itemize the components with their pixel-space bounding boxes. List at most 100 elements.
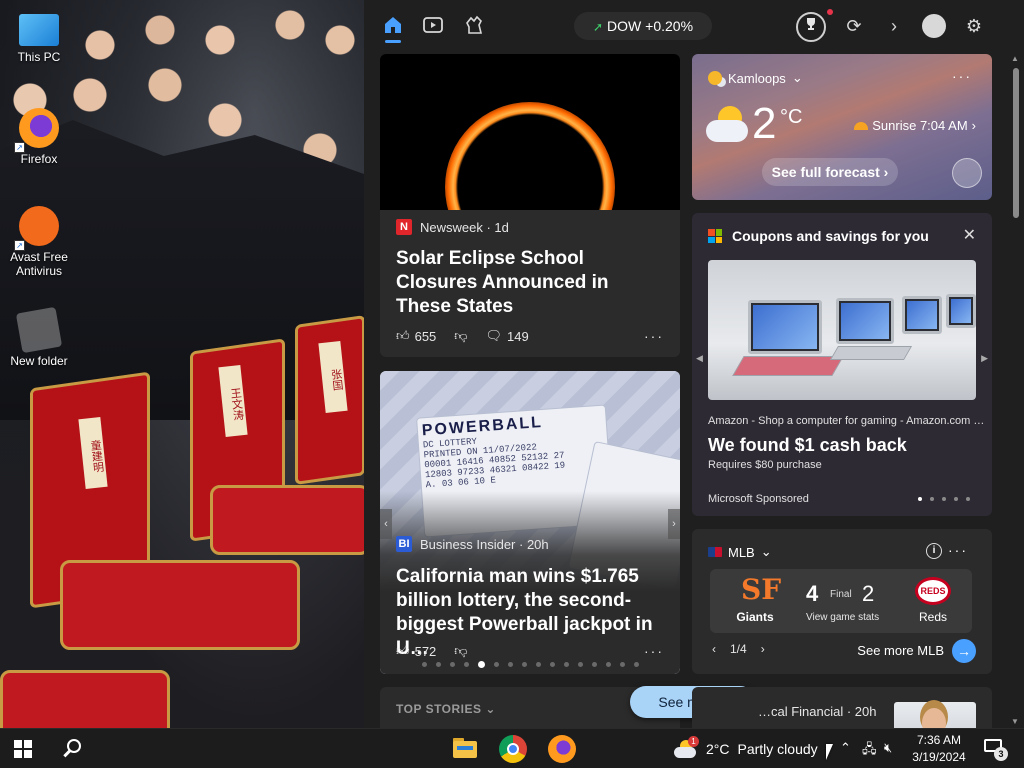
- profile-avatar[interactable]: [922, 14, 946, 38]
- start-button[interactable]: [14, 740, 32, 758]
- gear-icon[interactable]: ⚙: [962, 14, 986, 38]
- video-icon[interactable]: [421, 14, 445, 38]
- sunrise-info[interactable]: Sunrise 7:04 AM ›: [854, 118, 976, 133]
- carousel-dot[interactable]: [521, 662, 527, 667]
- chevron-up-icon[interactable]: ⌃: [840, 740, 851, 756]
- carousel-next-icon[interactable]: ▶: [981, 353, 988, 364]
- scroll-up-icon[interactable]: ▲: [1011, 54, 1019, 63]
- carousel-dot[interactable]: [421, 662, 427, 667]
- trophy-icon[interactable]: [796, 12, 826, 42]
- carousel-dot[interactable]: [507, 662, 513, 667]
- carousel-dot[interactable]: [633, 662, 639, 667]
- top-stories-label[interactable]: TOP STORIES ⌄: [396, 702, 496, 716]
- info-icon[interactable]: i: [926, 543, 942, 559]
- close-icon[interactable]: ✕: [963, 225, 976, 245]
- carousel-dots[interactable]: [910, 497, 970, 501]
- chevron-right-icon[interactable]: ›: [761, 642, 765, 656]
- carousel-dot[interactable]: [619, 662, 625, 667]
- carousel-dot[interactable]: [493, 662, 499, 667]
- chrome-icon[interactable]: [499, 735, 527, 763]
- carousel-dot[interactable]: [435, 662, 441, 667]
- news-source: BI Business Insider · 20h: [396, 536, 549, 552]
- carousel-dot[interactable]: [463, 662, 469, 667]
- market-symbol: DOW: [607, 18, 642, 34]
- taskbar-condition: Partly cloudy: [737, 741, 818, 757]
- giants-logo-icon: SF: [741, 573, 782, 606]
- dislike-button[interactable]: 👎︎: [454, 643, 467, 659]
- mlb-logo-icon: [708, 547, 722, 557]
- carousel-dot[interactable]: [918, 497, 922, 501]
- notification-center-icon[interactable]: 3: [984, 739, 1008, 761]
- thumbs-up-icon: 👍︎: [396, 328, 410, 343]
- carousel-dot[interactable]: [449, 662, 455, 667]
- carousel-prev-icon[interactable]: ‹: [380, 509, 392, 539]
- see-full-forecast-button[interactable]: See full forecast ›: [762, 158, 898, 186]
- weather-card[interactable]: Kamloops ⌄ ··· 2 °C Sunrise 7:04 AM › Se…: [692, 54, 992, 200]
- more-options-button[interactable]: ···: [644, 643, 664, 659]
- market-ticker[interactable]: ➚ DOW +0.20%: [574, 12, 712, 40]
- taskbar-clock[interactable]: 7:36 AM 3/19/2024: [908, 732, 970, 766]
- mlb-card[interactable]: MLB ⌄ i ··· SF Giants 4 Final 2 View gam…: [692, 529, 992, 674]
- search-icon[interactable]: [60, 737, 84, 761]
- coupon-image-laptops[interactable]: [708, 260, 976, 400]
- game-score-card[interactable]: SF Giants 4 Final 2 View game stats REDS…: [710, 569, 972, 633]
- carousel-dot[interactable]: [930, 497, 934, 501]
- more-options-button[interactable]: ···: [948, 542, 968, 558]
- laptop-image: [748, 300, 822, 354]
- chevron-down-icon: ⌄: [760, 544, 772, 559]
- carousel-next-icon[interactable]: ›: [668, 509, 680, 539]
- more-options-button[interactable]: ···: [952, 68, 972, 84]
- chevron-left-icon[interactable]: ‹: [712, 642, 716, 656]
- taskbar-weather-widget[interactable]: 1 2°C Partly cloudy: [674, 736, 818, 758]
- like-button[interactable]: 👍︎ 572: [396, 643, 436, 659]
- carousel-dot[interactable]: [477, 661, 485, 668]
- coupon-headline[interactable]: We found $1 cash back: [708, 435, 907, 456]
- scroll-down-icon[interactable]: ▼: [1011, 717, 1019, 726]
- panel-scrollbar[interactable]: ▲ ▼: [1008, 52, 1024, 728]
- volume-muted-icon[interactable]: 🔇︎: [884, 740, 892, 756]
- news-card[interactable]: N Newsweek · 1d Solar Eclipse School Clo…: [380, 54, 680, 357]
- desktop-icon-this-pc[interactable]: This PC: [1, 10, 77, 64]
- carousel-dot[interactable]: [966, 497, 970, 501]
- file-explorer-icon[interactable]: [451, 735, 479, 763]
- chevron-right-icon[interactable]: ›: [882, 14, 906, 38]
- carousel-dot[interactable]: [535, 662, 541, 667]
- arrow-right-icon[interactable]: →: [952, 639, 976, 663]
- carousel-dot[interactable]: [577, 662, 583, 667]
- partly-cloudy-icon: [706, 106, 750, 146]
- firefox-icon[interactable]: [548, 735, 576, 763]
- carousel-dot[interactable]: [563, 662, 569, 667]
- scrollbar-thumb[interactable]: [1013, 68, 1019, 218]
- news-headline[interactable]: Solar Eclipse School Closures Announced …: [396, 247, 664, 319]
- desktop-icon-avast[interactable]: Avast Free Antivirus: [1, 206, 77, 278]
- home-icon[interactable]: [381, 14, 405, 38]
- dislike-button[interactable]: 👎︎: [454, 328, 467, 344]
- carousel-dot[interactable]: [942, 497, 946, 501]
- carousel-prev-icon[interactable]: ◀: [696, 353, 703, 364]
- desktop-icon-firefox[interactable]: Firefox: [1, 108, 77, 166]
- weather-location[interactable]: Kamloops ⌄: [708, 70, 803, 86]
- see-more-mlb-link[interactable]: See more MLB: [857, 643, 944, 658]
- view-game-stats-link[interactable]: View game stats: [806, 612, 879, 623]
- mlb-header[interactable]: MLB ⌄: [708, 544, 772, 560]
- network-icon[interactable]: 🖧︎: [862, 740, 877, 762]
- news-card[interactable]: POWERBALL DC LOTTERY PRINTED ON 11/07/20…: [380, 371, 680, 674]
- active-tab-indicator: [385, 40, 401, 43]
- carousel-dots[interactable]: [380, 661, 680, 668]
- desktop-icon-new-folder[interactable]: New folder: [1, 306, 77, 368]
- carousel-dot[interactable]: [591, 662, 597, 667]
- copilot-icon[interactable]: [952, 158, 982, 188]
- chevron-right-icon: ›: [971, 118, 976, 133]
- wallpaper-chair-seat: [60, 560, 300, 650]
- refresh-icon[interactable]: ⟳: [842, 14, 866, 38]
- carousel-dot[interactable]: [549, 662, 555, 667]
- games-icon[interactable]: [463, 14, 487, 38]
- financial-news-card[interactable]: …cal Financial · 20h: [692, 687, 992, 728]
- carousel-dot[interactable]: [605, 662, 611, 667]
- more-options-button[interactable]: ···: [644, 328, 664, 344]
- comments-button[interactable]: 🗨︎ 149: [486, 328, 529, 344]
- carousel-dot[interactable]: [954, 497, 958, 501]
- like-button[interactable]: 👍︎ 655: [396, 328, 436, 344]
- business-insider-logo-icon: BI: [396, 536, 412, 552]
- coupons-card[interactable]: Coupons and savings for you ✕ ◀ ▶ Amazon…: [692, 213, 992, 516]
